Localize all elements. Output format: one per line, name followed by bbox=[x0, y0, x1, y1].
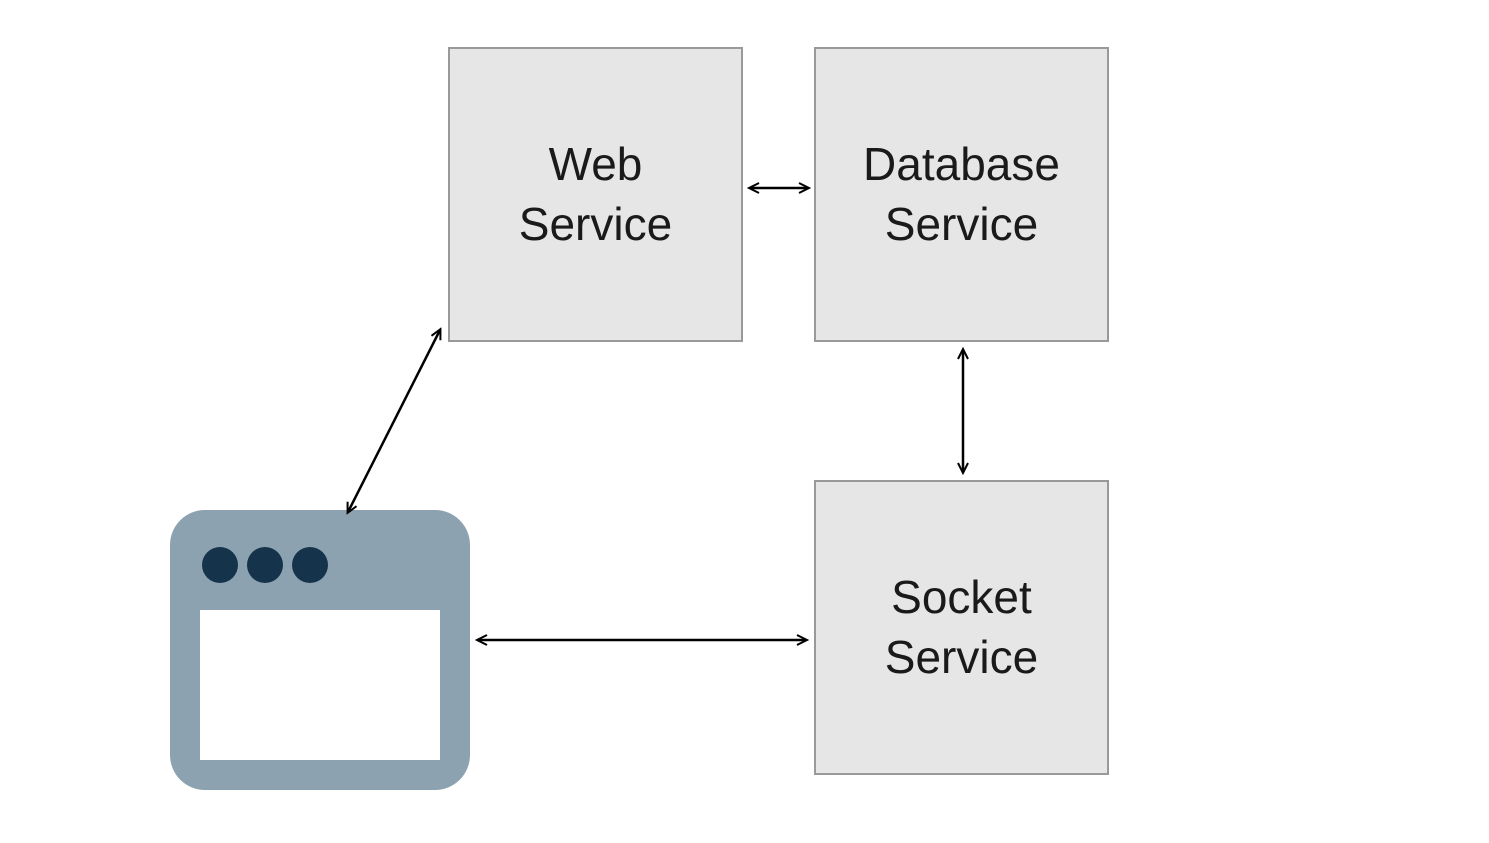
web-service-label: WebService bbox=[519, 135, 672, 255]
diagram-canvas: WebService DatabaseService SocketService bbox=[0, 0, 1489, 843]
socket-service-node: SocketService bbox=[814, 480, 1109, 775]
arrow-browser-web bbox=[348, 330, 440, 512]
browser-window-icon bbox=[170, 510, 470, 790]
database-service-node: DatabaseService bbox=[814, 47, 1109, 342]
web-service-node: WebService bbox=[448, 47, 743, 342]
database-service-label: DatabaseService bbox=[863, 135, 1060, 255]
socket-service-label: SocketService bbox=[885, 568, 1038, 688]
